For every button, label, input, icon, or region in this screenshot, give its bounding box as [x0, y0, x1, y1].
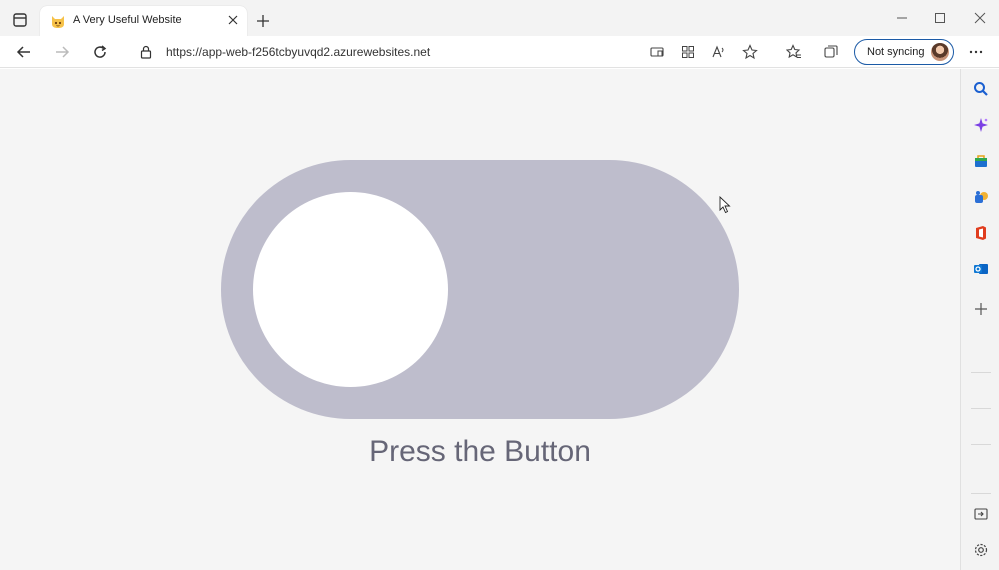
- apps-grid-icon[interactable]: [679, 43, 697, 61]
- sidebar-divider: [971, 372, 991, 373]
- search-icon[interactable]: [971, 79, 991, 99]
- games-icon[interactable]: [971, 187, 991, 207]
- mouse-cursor-icon: [719, 195, 731, 214]
- navigation-toolbar: https://app-web-f256tcbyuvqd2.azurewebsi…: [0, 36, 999, 68]
- active-tab[interactable]: A Very Useful Website: [40, 6, 247, 37]
- add-favorite-icon[interactable]: [741, 43, 759, 61]
- app-available-icon[interactable]: [648, 43, 666, 61]
- more-options-icon[interactable]: [964, 40, 988, 64]
- toggle-switch[interactable]: [221, 160, 739, 419]
- profile-sync-label: Not syncing: [867, 46, 925, 58]
- edge-sidebar: [960, 69, 999, 570]
- close-tab-icon[interactable]: [225, 12, 241, 28]
- tab-actions-icon[interactable]: [8, 9, 32, 31]
- close-window-icon[interactable]: [968, 8, 992, 28]
- sidebar-divider: [971, 444, 991, 445]
- favorites-icon[interactable]: [782, 40, 806, 64]
- add-icon[interactable]: [971, 299, 991, 319]
- lock-icon[interactable]: [138, 44, 154, 60]
- back-arrow-icon[interactable]: [12, 40, 36, 64]
- press-caption: Press the Button: [369, 435, 591, 468]
- read-aloud-icon[interactable]: [710, 43, 728, 61]
- collections-icon[interactable]: [819, 40, 843, 64]
- outlook-icon[interactable]: [971, 259, 991, 279]
- shopping-icon[interactable]: [971, 151, 991, 171]
- sidebar-divider: [971, 408, 991, 409]
- new-tab-icon[interactable]: [252, 10, 274, 32]
- toggle-knob[interactable]: [253, 192, 448, 387]
- forward-arrow-icon[interactable]: [50, 40, 74, 64]
- address-bar[interactable]: https://app-web-f256tcbyuvqd2.azurewebsi…: [124, 38, 770, 67]
- office-icon[interactable]: [971, 223, 991, 243]
- settings-icon[interactable]: [971, 540, 991, 560]
- cat-emoji-icon: [50, 13, 66, 29]
- sidebar-divider: [971, 493, 991, 494]
- copilot-icon[interactable]: [971, 115, 991, 135]
- tab-strip: A Very Useful Website: [0, 0, 999, 37]
- page-content: Press the Button: [0, 69, 960, 570]
- avatar: [931, 43, 949, 61]
- profile-sync-button[interactable]: Not syncing: [854, 39, 954, 65]
- minimize-icon[interactable]: [890, 8, 914, 28]
- hide-sidebar-icon[interactable]: [971, 504, 991, 524]
- refresh-icon[interactable]: [88, 40, 112, 64]
- browser-window: A Very Useful Website https://app-web-f2…: [0, 0, 999, 570]
- maximize-icon[interactable]: [928, 8, 952, 28]
- tab-title: A Very Useful Website: [73, 14, 182, 26]
- url-text: https://app-web-f256tcbyuvqd2.azurewebsi…: [166, 45, 431, 59]
